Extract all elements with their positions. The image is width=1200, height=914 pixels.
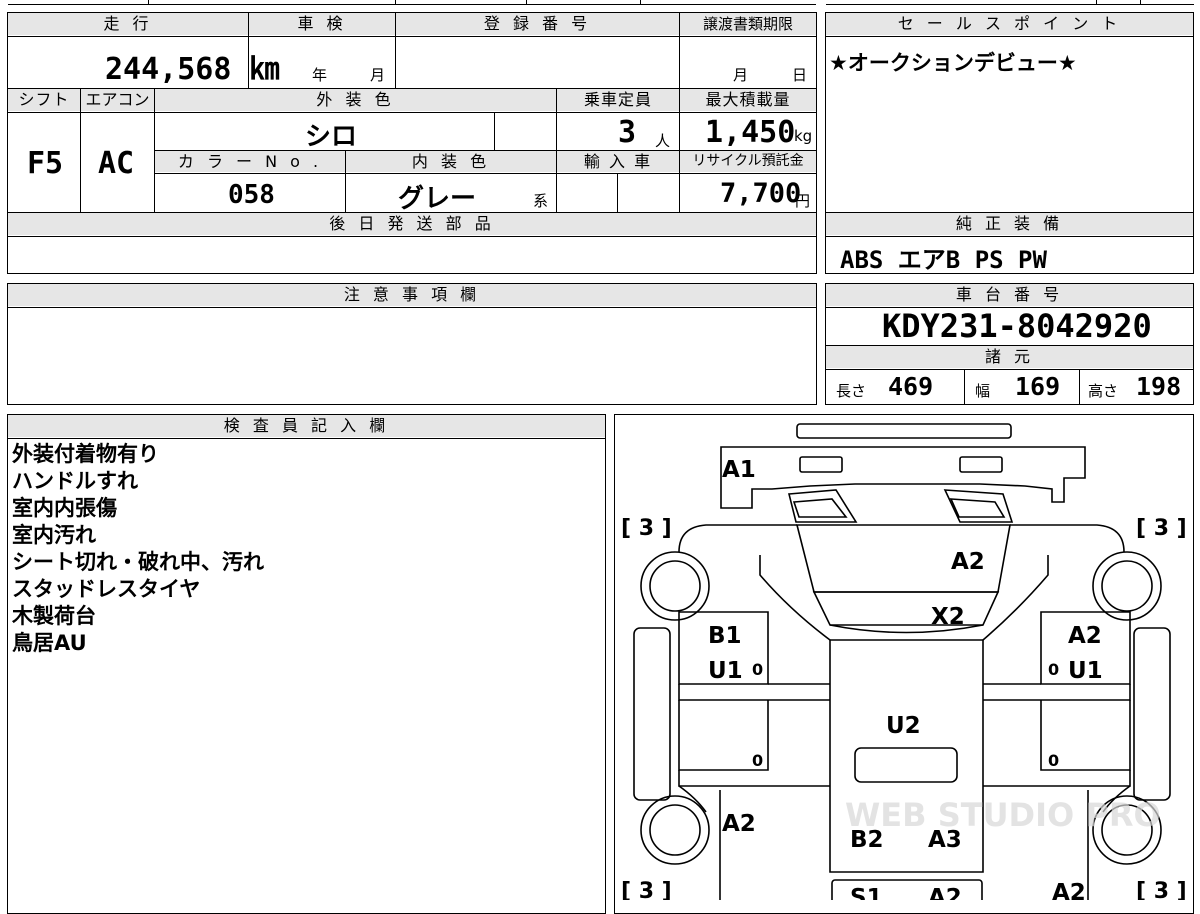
damage-code: A2 <box>951 549 985 575</box>
zero-mark: 0 <box>1048 751 1059 770</box>
truck-diagram: [ 3 ] [ 3 ] [ 3 ] [ 3 ] A1 A2 X2 B1 U1 A… <box>621 423 1187 900</box>
damage-code: X2 <box>931 604 965 630</box>
zero-mark: 0 <box>752 751 763 770</box>
damage-code: A2 <box>1068 623 1102 649</box>
damage-code: U1 <box>708 658 743 684</box>
damage-code: A2 <box>928 885 962 900</box>
tire-grade-front-left: [ 3 ] <box>621 516 672 541</box>
zero-mark: 0 <box>752 660 763 679</box>
tire-grade-rear-left: [ 3 ] <box>621 879 672 900</box>
damage-code: U1 <box>1068 658 1103 684</box>
damage-code: A2 <box>1052 880 1086 900</box>
damage-code: A1 <box>722 457 756 483</box>
tire-grade-front-right: [ 3 ] <box>1136 516 1187 541</box>
damage-code: U2 <box>886 713 921 739</box>
zero-mark: 0 <box>1048 660 1059 679</box>
damage-code: A2 <box>722 811 756 837</box>
damage-code: S1 <box>850 885 883 900</box>
damage-code: B1 <box>708 623 742 649</box>
watermark: WEB STUDIO PRO <box>845 796 1161 834</box>
tire-grade-rear-right: [ 3 ] <box>1136 879 1187 900</box>
